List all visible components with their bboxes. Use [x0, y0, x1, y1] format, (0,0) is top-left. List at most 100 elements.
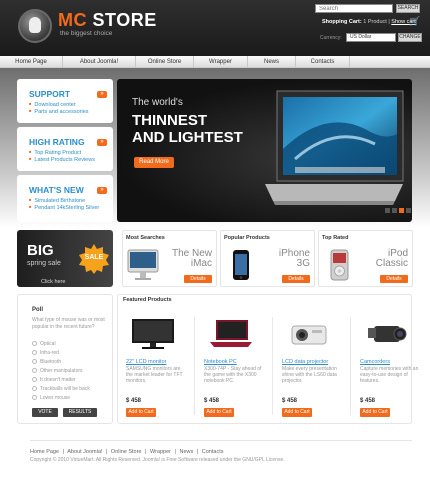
poll-option[interactable]: Bluetooth	[32, 359, 61, 365]
details-button[interactable]: Details	[184, 275, 212, 283]
slide-dot[interactable]	[392, 208, 397, 213]
hero-line-2: THINNEST	[132, 112, 207, 129]
poll-option-label: Other manipulators	[40, 368, 83, 374]
product-name-link[interactable]: Notebook PC	[204, 359, 237, 365]
nav-contacts[interactable]: Contacts	[296, 56, 350, 68]
main-nav: Home Page About Joomla! Online Store Wra…	[0, 56, 430, 68]
copyright: Copyright © 2010 VirtueMart. All Rights …	[30, 457, 285, 463]
logo-tagline: the biggest choice	[60, 30, 113, 37]
support-title[interactable]: SUPPORT	[29, 89, 70, 99]
footer-link[interactable]: Online Store	[111, 449, 142, 455]
radio-icon[interactable]	[32, 395, 37, 400]
poll-option[interactable]: It doesn't matter	[32, 377, 76, 383]
poll-option-label: Lower mouse	[40, 395, 71, 401]
promo-banner[interactable]: BIG spring sale SALE Click here	[17, 230, 113, 287]
product-card: LCD data projector Make every presentati…	[274, 311, 346, 421]
search-input[interactable]	[315, 4, 393, 13]
ipod-image[interactable]	[322, 248, 356, 284]
featured-title: Featured Products	[123, 297, 172, 303]
radio-icon[interactable]	[32, 377, 37, 382]
nav-home[interactable]: Home Page	[0, 56, 63, 68]
nav-online-store[interactable]: Online Store	[136, 56, 194, 68]
imac-image[interactable]	[126, 248, 160, 284]
promo-sub: spring sale	[27, 260, 61, 267]
support-link[interactable]: Download center	[29, 101, 75, 108]
poll-option[interactable]: Trackballs will be back	[32, 386, 90, 392]
product-name-link[interactable]: Camcorders	[360, 359, 390, 365]
poll-option[interactable]: Optical	[32, 341, 56, 347]
product-description: Capture memories with an easy-to-use des…	[360, 366, 419, 384]
hero-line-3: AND LIGHTEST	[132, 129, 243, 146]
add-to-cart-button[interactable]: Add to Cart	[204, 408, 234, 417]
poll-option[interactable]: Infra-red	[32, 350, 59, 356]
add-to-cart-button[interactable]: Add to Cart	[282, 408, 312, 417]
header: MC STORE the biggest choice SEARCH Shopp…	[0, 0, 430, 56]
projector-image[interactable]	[282, 316, 336, 352]
arrow-icon[interactable]: »	[97, 91, 107, 98]
whats-new-title[interactable]: WHAT'S NEW	[29, 185, 84, 195]
high-rating-link[interactable]: Top Rating Product	[29, 149, 81, 156]
promo-click-link[interactable]: Click here	[41, 279, 65, 285]
product-name-link[interactable]: 22" LCD monitor	[126, 359, 166, 365]
cart-icon[interactable]: 🛒	[409, 16, 421, 26]
high-rating-link[interactable]: Latest Products Reviews	[29, 156, 95, 163]
card-name[interactable]: 3G	[297, 258, 310, 269]
change-currency-button[interactable]: CHANGE	[398, 33, 422, 42]
nav-news[interactable]: News	[248, 56, 296, 68]
radio-icon[interactable]	[32, 359, 37, 364]
notebook-image[interactable]	[204, 316, 258, 352]
footer-link[interactable]: News	[180, 449, 194, 455]
arrow-icon[interactable]: »	[97, 139, 107, 146]
footer-link[interactable]: Home Page	[30, 449, 59, 455]
product-price: $ 458	[126, 398, 142, 404]
footer-separator: |	[105, 449, 108, 455]
radio-icon[interactable]	[32, 368, 37, 373]
card-name[interactable]: iMac	[191, 258, 212, 269]
slide-dot[interactable]	[406, 208, 411, 213]
nav-wrapper[interactable]: Wrapper	[194, 56, 248, 68]
card-name[interactable]: Classic	[376, 258, 408, 269]
currency-select[interactable]: US Dollar	[346, 33, 396, 42]
add-to-cart-button[interactable]: Add to Cart	[126, 408, 156, 417]
whats-new-link[interactable]: Pendant 14kSterling Silver	[29, 204, 99, 211]
poll-option[interactable]: Lower mouse	[32, 395, 70, 401]
camcorder-image[interactable]	[360, 316, 414, 352]
radio-icon[interactable]	[32, 386, 37, 391]
poll-box: Poll What type of mouse was or most popu…	[17, 294, 113, 424]
details-button[interactable]: Details	[380, 275, 408, 283]
footer-link[interactable]: About Joomla!	[67, 449, 102, 455]
poll-option[interactable]: Other manipulators	[32, 368, 83, 374]
radio-icon[interactable]	[32, 350, 37, 355]
high-rating-title[interactable]: HIGH RATING	[29, 137, 85, 147]
add-to-cart-button[interactable]: Add to Cart	[360, 408, 390, 417]
vote-button[interactable]: VOTE	[32, 408, 58, 417]
search-button[interactable]: SEARCH	[396, 4, 420, 13]
hero-line-1: The world's	[132, 97, 183, 108]
monitor-image[interactable]	[126, 316, 180, 352]
read-more-button[interactable]: Read More	[134, 157, 174, 168]
product-name-link[interactable]: LCD data projector	[282, 359, 328, 365]
details-button[interactable]: Details	[282, 275, 310, 283]
sale-label: SALE	[84, 254, 104, 261]
nav-about[interactable]: About Joomla!	[63, 56, 136, 68]
divider	[350, 317, 351, 415]
whats-new-link[interactable]: Simulated Birthstone	[29, 197, 85, 204]
support-link[interactable]: Parts and accessories	[29, 108, 88, 115]
product-price: $ 458	[360, 398, 376, 404]
page: MC STORE the biggest choice SEARCH Shopp…	[0, 0, 430, 483]
divider	[272, 317, 273, 415]
footer-link[interactable]: Wrapper	[150, 449, 171, 455]
results-button[interactable]: RESULTS	[63, 408, 97, 417]
logo-title[interactable]: MC STORE	[58, 10, 157, 31]
poll-title: Poll	[32, 307, 44, 313]
currency-label: Currency:	[320, 35, 342, 41]
arrow-icon[interactable]: »	[97, 187, 107, 194]
slide-dot-active[interactable]	[399, 208, 404, 213]
whats-new-box: WHAT'S NEW » Simulated Birthstone Pendan…	[17, 175, 113, 222]
slide-dot[interactable]	[385, 208, 390, 213]
iphone-image[interactable]	[224, 248, 258, 284]
footer-link[interactable]: Contacts	[202, 449, 224, 455]
logo-icon[interactable]	[18, 9, 52, 43]
radio-icon[interactable]	[32, 341, 37, 346]
hero-banner: The world's THINNEST AND LIGHTEST Read M…	[117, 79, 412, 222]
